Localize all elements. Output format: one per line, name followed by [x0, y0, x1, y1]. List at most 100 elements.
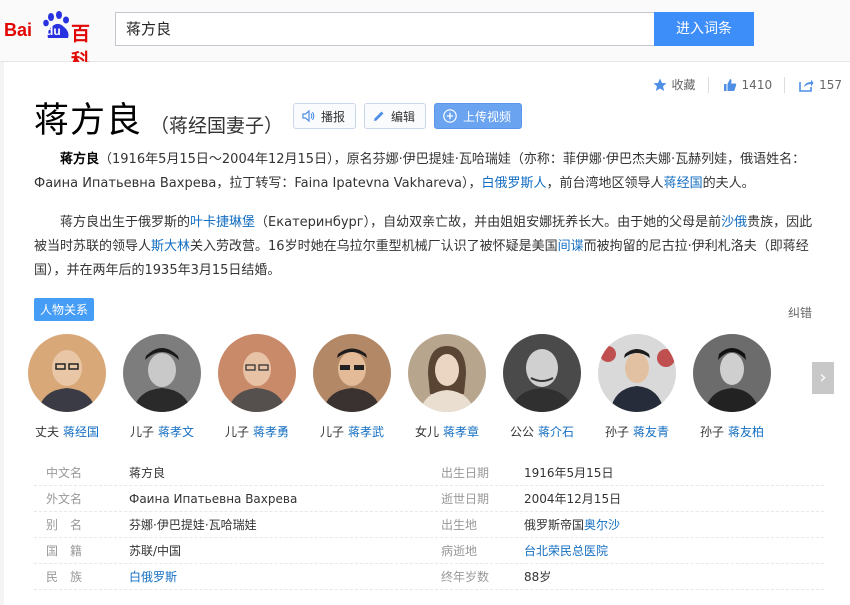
report-error-link[interactable]: 纠错 [788, 304, 812, 321]
info-value: 88岁 [524, 570, 552, 584]
info-key: 出生日期 [441, 466, 490, 480]
entry-title: 蒋方良 （蒋经国妻子） [34, 92, 283, 143]
chevron-right-icon[interactable]: › [812, 362, 834, 394]
like-count: 1410 [741, 77, 773, 92]
relation-name-link[interactable]: 蒋经国 [63, 425, 99, 439]
relation-type: 女儿 [414, 425, 439, 439]
relations-tag: 人物关系 [34, 298, 95, 321]
summary-paragraph-1: 蒋方良（1916年5月15日～2004年12月15日），原名芬娜·伊巴提娃·瓦哈… [34, 148, 818, 196]
stats-divider [784, 76, 786, 93]
edit-label: 编辑 [391, 109, 416, 124]
page-title: 蒋方良 [34, 101, 143, 141]
relations-carousel: 丈夫 蒋经国 儿子 蒋孝文 儿子 蒋孝勇 儿子 蒋孝武 女儿 蒋孝章 公公 蒋介石 孙子 蒋友… [28, 334, 814, 444]
summary-text: 蒋方良出生于俄罗斯的 [60, 215, 191, 230]
link-stalin[interactable]: 斯大林 [151, 239, 190, 254]
star-icon [653, 78, 667, 91]
info-key: 民 族 [46, 570, 83, 584]
link-veterans-hospital[interactable]: 台北荣民总医院 [524, 544, 608, 558]
link-belarusian[interactable]: 白俄罗斯人 [482, 176, 547, 191]
broadcast-label: 播报 [321, 109, 346, 124]
relation-card[interactable]: 儿子 蒋孝勇 [212, 334, 302, 440]
top-header: Bai du 百科 蒋方良 进入词条 [0, 0, 850, 72]
collect-label: 收藏 [671, 78, 696, 92]
info-value: 俄罗斯帝国奥尔沙 [524, 512, 824, 537]
share-icon [799, 79, 814, 92]
collect-button[interactable]: 收藏 [653, 76, 696, 93]
upload-video-button[interactable]: 上传视频 [434, 103, 523, 129]
share-button[interactable]: 157 [799, 78, 842, 92]
relation-card[interactable]: 儿子 蒋孝武 [307, 334, 397, 440]
logo-bai-text: Bai [4, 20, 33, 40]
link-tsarist-russia[interactable]: 沙俄 [721, 215, 747, 230]
summary-name: 蒋方良 [60, 152, 100, 167]
relation-label: 女儿 蒋孝章 [402, 423, 492, 440]
stats-divider [707, 76, 709, 93]
info-value-text: 俄罗斯帝国 [524, 518, 585, 532]
relation-name-link[interactable]: 蒋孝勇 [253, 425, 289, 439]
relation-name-link[interactable]: 蒋友柏 [728, 425, 764, 439]
page-subtitle: （蒋经国妻子） [150, 115, 284, 137]
entry-main: 收藏 1410 157 蒋方良 （蒋经国妻子） 播报 编辑 上传视频 蒋方良（1… [4, 62, 850, 605]
info-row: 外文名 Фаина Ипатьевна Вахрева 逝世日期 2004年12… [34, 486, 824, 512]
speaker-icon [302, 110, 315, 122]
link-yekaterinburg[interactable]: 叶卡捷琳堡 [190, 215, 255, 230]
relation-type: 丈夫 [34, 425, 59, 439]
upload-video-label: 上传视频 [463, 109, 512, 124]
relation-type: 公公 [509, 425, 534, 439]
info-value: 台北荣民总医院 [524, 538, 824, 563]
info-key: 终年岁数 [441, 570, 490, 584]
info-row: 民 族 白俄罗斯 终年岁数 88岁 [34, 564, 824, 590]
info-value: 1916年5月15日 [524, 466, 614, 480]
info-value: 苏联/中国 [129, 544, 182, 558]
logo-du-text: du [46, 24, 61, 38]
like-button[interactable]: 1410 [723, 77, 773, 92]
info-value: Фаина Ипатьевна Вахрева [129, 492, 298, 506]
relation-name-link[interactable]: 蒋孝武 [348, 425, 384, 439]
enter-entry-button[interactable]: 进入词条 [654, 12, 754, 46]
edit-button[interactable]: 编辑 [364, 103, 427, 129]
relation-card[interactable]: 公公 蒋介石 [497, 334, 587, 440]
relation-type: 儿子 [319, 425, 344, 439]
avatar [313, 334, 391, 412]
info-row: 别 名 芬娜·伊巴提娃·瓦哈瑞娃 出生地 俄罗斯帝国奥尔沙 [34, 512, 824, 538]
summary-paragraph-2: 蒋方良出生于俄罗斯的叶卡捷琳堡（Екатеринбург），自幼双亲亡故，并由姐… [34, 211, 818, 283]
relation-card[interactable]: 孙子 蒋友柏 [687, 334, 777, 440]
relation-type: 儿子 [129, 425, 154, 439]
relation-card[interactable]: 孙子 蒋友青 [592, 334, 682, 440]
relation-label: 公公 蒋介石 [497, 423, 587, 440]
relation-type: 孙子 [699, 425, 724, 439]
summary-text: 的夫人。 [702, 176, 755, 191]
info-value: 蒋方良 [129, 466, 166, 480]
link-belarus-ethnicity[interactable]: 白俄罗斯 [129, 570, 177, 584]
relation-name-link[interactable]: 蒋友青 [633, 425, 669, 439]
avatar [408, 334, 486, 412]
relation-name-link[interactable]: 蒋孝文 [158, 425, 194, 439]
relation-card[interactable]: 女儿 蒋孝章 [402, 334, 492, 440]
relation-card[interactable]: 儿子 蒋孝文 [117, 334, 207, 440]
avatar [123, 334, 201, 412]
broadcast-button[interactable]: 播报 [293, 103, 357, 129]
avatar [218, 334, 296, 412]
thumbs-up-icon [723, 78, 736, 91]
info-value: 白俄罗斯 [129, 564, 429, 589]
info-key: 病逝地 [441, 544, 478, 558]
info-key: 别 名 [46, 518, 83, 532]
summary-text: （Екатеринбург），自幼双亲亡故，并由姐姐安娜抚养长大。由于她的父母是… [255, 215, 722, 230]
relation-name-link[interactable]: 蒋介石 [538, 425, 574, 439]
baidu-baike-logo[interactable]: Bai du 百科 [4, 6, 106, 72]
info-value: 2004年12月15日 [524, 492, 622, 506]
link-orsha[interactable]: 奥尔沙 [584, 518, 620, 532]
relation-name-link[interactable]: 蒋孝章 [443, 425, 479, 439]
info-key: 外文名 [46, 492, 83, 506]
search-input[interactable]: 蒋方良 [115, 12, 655, 46]
link-chiang-ching-kuo[interactable]: 蒋经国 [664, 176, 703, 191]
avatar [598, 334, 676, 412]
relation-type: 孙子 [604, 425, 629, 439]
link-spy[interactable]: 间谍 [558, 239, 584, 254]
relation-label: 孙子 蒋友柏 [687, 423, 777, 440]
plus-circle-icon [443, 109, 457, 123]
relation-card[interactable]: 丈夫 蒋经国 [22, 334, 112, 440]
pencil-icon [374, 111, 384, 121]
info-key: 逝世日期 [441, 492, 490, 506]
relation-label: 儿子 蒋孝勇 [212, 423, 302, 440]
